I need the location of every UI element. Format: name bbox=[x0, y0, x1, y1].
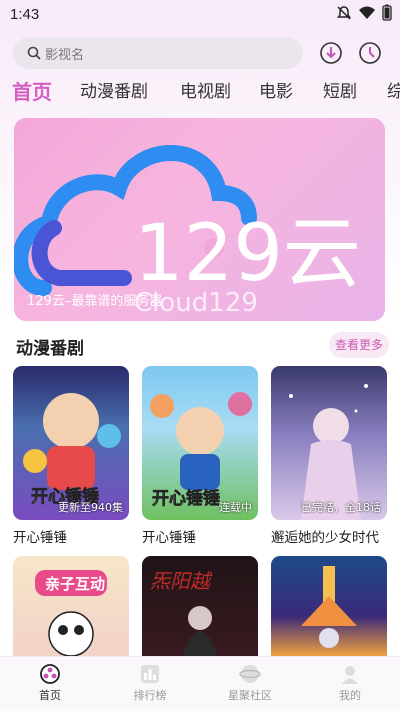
media-card-poster[interactable] bbox=[271, 556, 387, 656]
mute-bell-icon bbox=[337, 5, 351, 20]
see-more-button[interactable]: 查看更多 bbox=[328, 332, 389, 358]
status-badge: 已完结，全18话 bbox=[301, 501, 381, 514]
ranking-icon bbox=[141, 665, 159, 683]
profile-icon bbox=[342, 666, 358, 684]
battery-icon bbox=[382, 4, 392, 21]
wifi-icon bbox=[359, 6, 375, 19]
history-icon[interactable] bbox=[358, 41, 382, 65]
media-card-poster[interactable]: 炁阳越 bbox=[142, 556, 258, 656]
nav-label: 星聚社区 bbox=[228, 689, 272, 702]
tab-home[interactable]: 首页 bbox=[12, 78, 52, 106]
tab-movies[interactable]: 电影 bbox=[259, 78, 293, 106]
community-icon bbox=[239, 665, 261, 683]
section-title: 动漫番剧 bbox=[16, 339, 84, 359]
card-title: 开心锤锤 bbox=[13, 530, 67, 546]
search-placeholder: 影视名 bbox=[45, 47, 85, 63]
anime-section-header: 动漫番剧 查看更多 bbox=[14, 332, 389, 360]
poster-image: 开心锤锤 更新至940集 bbox=[13, 366, 129, 520]
tab-tv-series[interactable]: 电视剧 bbox=[180, 78, 231, 106]
download-icon[interactable] bbox=[319, 41, 343, 65]
poster-image: 已完结，全18话 bbox=[271, 366, 387, 520]
nav-label: 排行榜 bbox=[133, 689, 167, 702]
nav-community[interactable]: 星聚社区 bbox=[215, 663, 285, 703]
banner-logo-text: 129云 bbox=[134, 209, 361, 299]
nav-home[interactable]: 首页 bbox=[15, 663, 85, 703]
media-card[interactable]: 已完结，全18话 邂逅她的少女时代 bbox=[271, 366, 387, 546]
nav-label: 首页 bbox=[39, 689, 61, 702]
home-icon bbox=[40, 664, 60, 684]
poster-text: 炁阳越 bbox=[150, 569, 213, 593]
nav-profile[interactable]: 我的 bbox=[315, 663, 385, 703]
search-row: 影视名 bbox=[13, 37, 393, 69]
nav-ranking[interactable]: 排行榜 bbox=[115, 663, 185, 703]
tab-short-drama[interactable]: 短剧 bbox=[323, 78, 357, 106]
bottom-navigation: 首页 排行榜 星聚社区 我的 bbox=[0, 656, 400, 711]
status-bar: 1:43 bbox=[0, 0, 400, 28]
episode-badge: 更新至940集 bbox=[58, 501, 123, 514]
media-card[interactable]: 开心锤锤 连载中 开心锤锤 bbox=[142, 366, 258, 546]
poster-text: 亲子互动 bbox=[45, 575, 105, 593]
search-icon bbox=[27, 46, 41, 60]
tab-anime[interactable]: 动漫番剧 bbox=[80, 78, 148, 106]
banner-caption: 129云–最靠谱的服务器 bbox=[27, 294, 163, 309]
nav-label: 我的 bbox=[339, 689, 361, 702]
media-card[interactable]: 开心锤锤 更新至940集 开心锤锤 bbox=[13, 366, 129, 546]
search-input[interactable]: 影视名 bbox=[13, 37, 303, 69]
banner-carousel[interactable]: 129云 Cloud129 129云–最靠谱的服务器 bbox=[14, 118, 385, 321]
poster-image: 开心锤锤 连载中 bbox=[142, 366, 258, 520]
media-card-poster[interactable]: 亲子互动 bbox=[13, 556, 129, 656]
category-tabs: 首页 动漫番剧 电视剧 电影 短剧 综 bbox=[0, 78, 400, 108]
card-title: 开心锤锤 bbox=[142, 530, 196, 546]
status-badge: 连载中 bbox=[219, 501, 252, 514]
poster-text: 开心锤锤 bbox=[152, 488, 220, 509]
status-icons bbox=[336, 4, 392, 21]
tab-variety[interactable]: 综 bbox=[387, 78, 400, 106]
status-time: 1:43 bbox=[10, 5, 40, 23]
card-title: 邂逅她的少女时代 bbox=[271, 530, 379, 546]
